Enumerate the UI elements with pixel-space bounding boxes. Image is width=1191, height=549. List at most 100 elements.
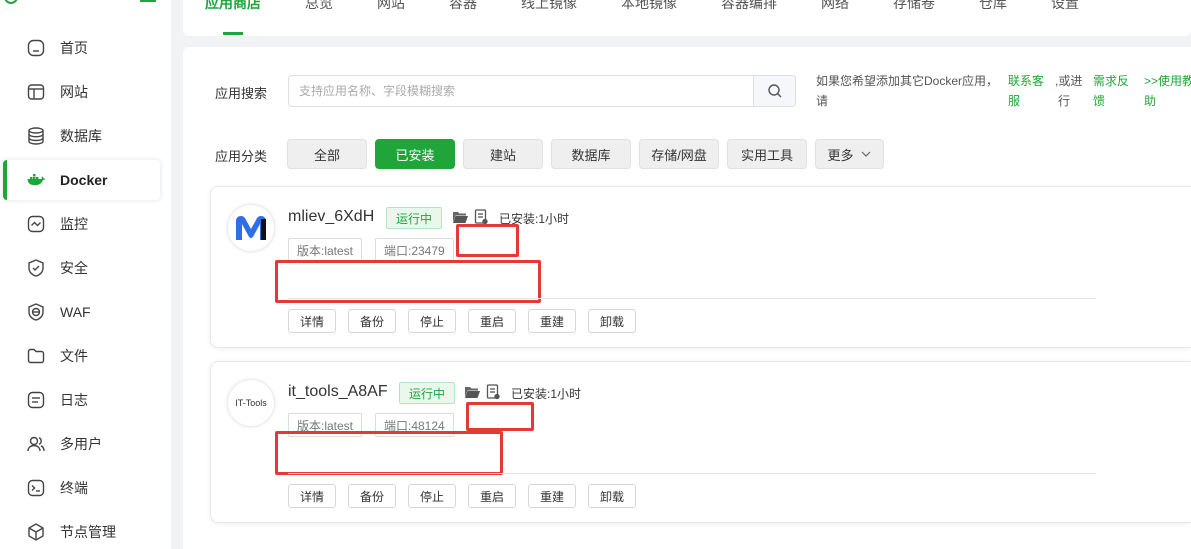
folder-open-icon[interactable] <box>452 209 468 225</box>
tab-registry[interactable]: 仓库 <box>979 0 1007 13</box>
rebuild-button[interactable]: 重建 <box>528 309 576 333</box>
app-name[interactable]: mliev_6XdH <box>288 208 374 226</box>
category-tools-button[interactable]: 实用工具 <box>727 139 807 169</box>
sidebar-item-label: 日志 <box>60 392 88 408</box>
tutorial-link-cont[interactable]: 助 <box>1144 92 1156 111</box>
sidebar-item-website[interactable]: 网站 <box>0 70 171 114</box>
sidebar-item-users[interactable]: 多用户 <box>0 422 171 466</box>
hint-or: ,或进 <box>1055 74 1083 88</box>
log-file-icon[interactable] <box>485 384 501 400</box>
terminal-icon <box>26 478 46 498</box>
home-icon <box>26 38 46 58</box>
sidebar-item-docker[interactable]: Docker <box>3 160 160 200</box>
folder-open-icon[interactable] <box>464 384 480 400</box>
sidebar-nav: 首页 网站 数据库 Docker 监控 安全 WAF 文件 日志 多用户 终端 … <box>0 26 171 549</box>
category-all-button[interactable]: 全部 <box>287 139 367 169</box>
sidebar-item-terminal[interactable]: 终端 <box>0 466 171 510</box>
sidebar-item-nodes[interactable]: 节点管理 <box>0 510 171 549</box>
category-database-button[interactable]: 数据库 <box>551 139 631 169</box>
status-badge: 运行中 <box>399 382 456 404</box>
tab-compose[interactable]: 容器编排 <box>721 0 777 13</box>
tab-volumes[interactable]: 存储卷 <box>893 0 935 13</box>
search-button[interactable] <box>753 76 795 106</box>
sidebar-item-label: 首页 <box>60 40 88 56</box>
hint-or-cont: 行 <box>1058 94 1071 108</box>
backup-button[interactable]: 备份 <box>348 484 396 508</box>
feedback-link[interactable]: 需求反 <box>1093 72 1129 91</box>
search-icon <box>767 84 781 98</box>
details-button[interactable]: 详情 <box>288 484 336 508</box>
sidebar-item-label: 数据库 <box>60 128 102 144</box>
sidebar-item-database[interactable]: 数据库 <box>0 114 171 158</box>
category-installed-button[interactable]: 已安装 <box>375 139 455 169</box>
feedback-link-cont[interactable]: 馈 <box>1093 92 1105 111</box>
redaction-box <box>275 260 541 303</box>
app-logo-it-tools: IT-Tools <box>228 380 274 426</box>
active-tab-indicator <box>223 32 243 35</box>
redaction-box <box>275 431 503 475</box>
hint-text-cont: 请 <box>816 94 829 108</box>
sidebar-item-label: 文件 <box>60 348 88 364</box>
tab-app-store[interactable]: 应用商店 <box>205 0 261 13</box>
sidebar-item-security[interactable]: 安全 <box>0 246 171 290</box>
hint-text: 如果您希望添加其它Docker应用， <box>816 74 999 88</box>
status-badge: 运行中 <box>386 207 443 229</box>
users-icon <box>26 434 46 454</box>
sidebar-item-label: 安全 <box>60 260 88 276</box>
tab-network[interactable]: 网络 <box>821 0 849 13</box>
folder-icon <box>26 346 46 366</box>
rebuild-button[interactable]: 重建 <box>528 484 576 508</box>
search-input[interactable] <box>289 76 753 106</box>
divider <box>288 298 1096 299</box>
contact-support-link[interactable]: 联系客 <box>1008 72 1044 91</box>
sidebar-item-home[interactable]: 首页 <box>0 26 171 70</box>
chevron-down-icon <box>861 151 870 157</box>
backup-button[interactable]: 备份 <box>348 309 396 333</box>
sidebar-item-waf[interactable]: WAF <box>0 290 171 334</box>
restart-button[interactable]: 重启 <box>468 484 516 508</box>
monitor-icon <box>26 214 46 234</box>
stop-button[interactable]: 停止 <box>408 309 456 333</box>
app-logo-mliev <box>228 205 274 251</box>
uninstall-button[interactable]: 卸载 <box>588 484 636 508</box>
details-button[interactable]: 详情 <box>288 309 336 333</box>
sidebar-item-files[interactable]: 文件 <box>0 334 171 378</box>
category-label: 应用分类 <box>215 149 268 164</box>
tab-local-images[interactable]: 本地镜像 <box>621 0 677 13</box>
app-logo-text: IT-Tools <box>235 398 267 408</box>
waf-icon <box>26 302 46 322</box>
tutorial-link[interactable]: >>使用教 <box>1144 72 1191 91</box>
uninstall-button[interactable]: 卸载 <box>588 309 636 333</box>
contact-support-link-cont[interactable]: 服 <box>1008 92 1020 111</box>
search-label: 应用搜索 <box>215 86 268 101</box>
tab-website[interactable]: 网站 <box>377 0 405 13</box>
log-icon <box>26 390 46 410</box>
search-box <box>288 75 796 107</box>
collapse-menu-icon[interactable] <box>140 0 156 2</box>
category-more-label: 更多 <box>827 147 854 163</box>
port-tag[interactable]: 端口:23479 <box>375 238 454 262</box>
sidebar-item-label: 网站 <box>60 84 88 100</box>
category-site-button[interactable]: 建站 <box>463 139 543 169</box>
version-tag: 版本:latest <box>288 238 363 262</box>
tab-online-images[interactable]: 线上镜像 <box>521 0 577 13</box>
stop-button[interactable]: 停止 <box>408 484 456 508</box>
sidebar-item-label: 终端 <box>60 480 88 496</box>
category-more-button[interactable]: 更多 <box>815 139 884 169</box>
redaction-box <box>466 402 534 431</box>
log-file-icon[interactable] <box>473 209 489 225</box>
tab-overview[interactable]: 总览 <box>305 0 333 13</box>
database-icon <box>26 126 46 146</box>
restart-button[interactable]: 重启 <box>468 309 516 333</box>
app-name[interactable]: it_tools_A8AF <box>288 383 388 401</box>
tab-settings[interactable]: 设置 <box>1051 0 1079 13</box>
sidebar-item-monitor[interactable]: 监控 <box>0 202 171 246</box>
logo-icon <box>4 0 18 4</box>
category-storage-button[interactable]: 存储/网盘 <box>639 139 719 169</box>
mliev-logo-icon <box>236 216 266 240</box>
divider <box>288 473 1096 474</box>
tab-containers[interactable]: 容器 <box>449 0 477 13</box>
sidebar-item-label: 多用户 <box>60 436 102 452</box>
sidebar: 首页 网站 数据库 Docker 监控 安全 WAF 文件 日志 多用户 终端 … <box>0 0 171 549</box>
sidebar-item-logs[interactable]: 日志 <box>0 378 171 422</box>
